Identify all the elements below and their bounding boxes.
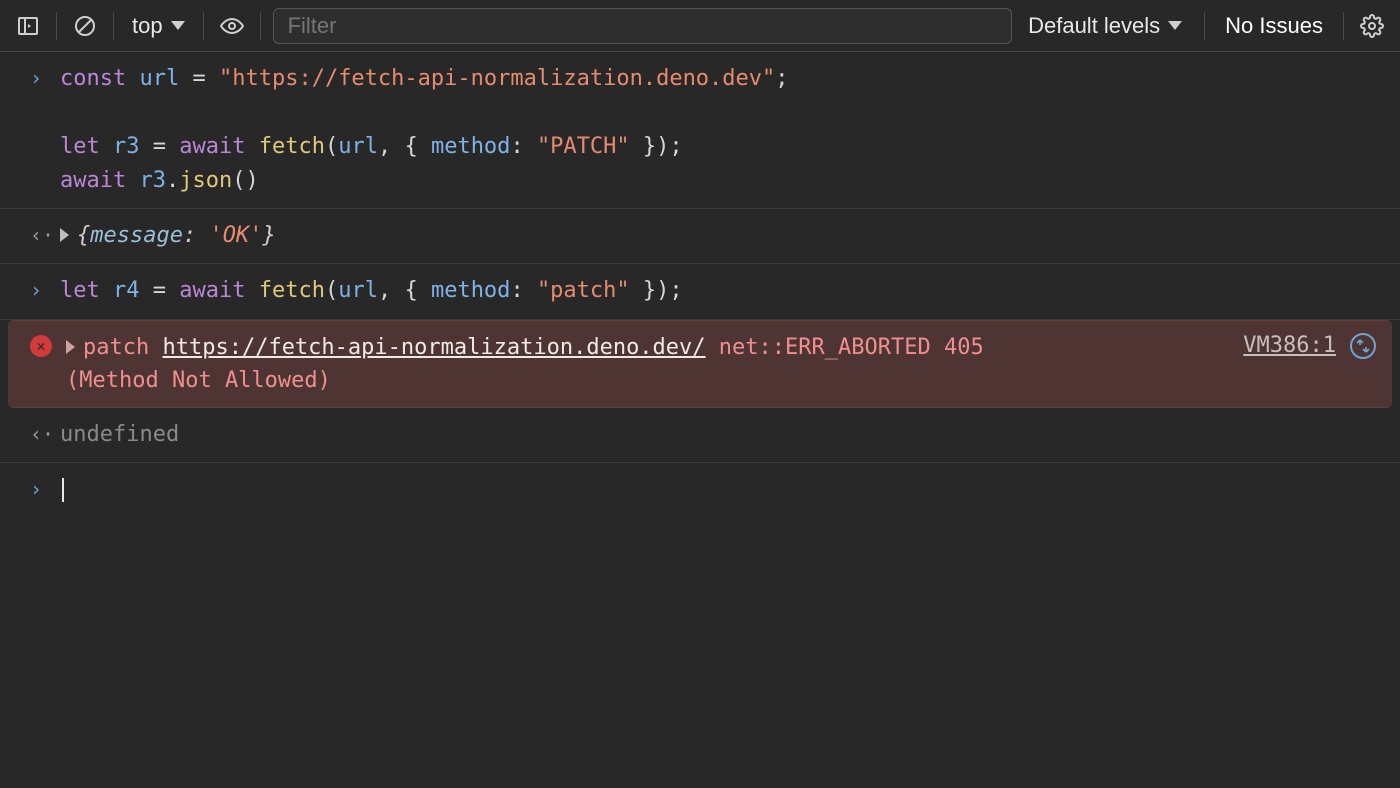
console-toolbar: top Default levels No Issues — [0, 0, 1400, 52]
chevron-down-icon — [1168, 21, 1182, 30]
toolbar-separator — [260, 12, 261, 40]
toolbar-separator — [113, 12, 114, 40]
clear-console-icon[interactable] — [69, 10, 101, 42]
issues-label: No Issues — [1225, 13, 1323, 38]
console-output-row: ‹·undefined — [0, 408, 1400, 463]
console-prompt-row[interactable]: › — [0, 463, 1400, 517]
context-label: top — [132, 13, 163, 39]
undefined-value: undefined — [60, 422, 179, 447]
console-input-row[interactable]: ›const url = "https://fetch-api-normaliz… — [0, 52, 1400, 209]
error-url-link[interactable]: https://fetch-api-normalization.deno.dev… — [162, 335, 705, 360]
chevron-down-icon — [171, 21, 185, 30]
issues-button[interactable]: No Issues — [1217, 13, 1331, 39]
object-preview[interactable]: {message: 'OK'} — [60, 219, 1380, 253]
input-marker-icon: › — [30, 62, 60, 94]
console-output-row[interactable]: ‹·{message: 'OK'} — [0, 209, 1400, 264]
toolbar-separator — [1204, 12, 1205, 40]
input-marker-icon: › — [30, 473, 60, 505]
error-message: patch https://fetch-api-normalization.de… — [66, 331, 1233, 397]
console-input-row[interactable]: ›let r4 = await fetch(url, { method: "pa… — [0, 264, 1400, 319]
error-source-link[interactable]: VM386:1 — [1243, 333, 1336, 358]
filter-input[interactable] — [273, 8, 1013, 44]
toolbar-separator — [56, 12, 57, 40]
input-marker-icon: › — [30, 274, 60, 306]
console-output[interactable]: ›const url = "https://fetch-api-normaliz… — [0, 52, 1400, 517]
error-icon: ✕ — [30, 335, 52, 357]
toggle-sidebar-icon[interactable] — [12, 10, 44, 42]
output-marker-icon: ‹· — [30, 219, 60, 251]
settings-icon[interactable] — [1356, 10, 1388, 42]
output-marker-icon: ‹· — [30, 418, 60, 450]
expand-arrow-icon[interactable] — [60, 228, 69, 242]
code-content: let r4 = await fetch(url, { method: "pat… — [60, 274, 1380, 308]
log-levels-dropdown[interactable]: Default levels — [1018, 13, 1192, 39]
reload-xhr-icon[interactable] — [1350, 333, 1376, 359]
text-cursor — [62, 478, 64, 502]
toolbar-separator — [1343, 12, 1344, 40]
console-error-row[interactable]: ✕ patch https://fetch-api-normalization.… — [8, 320, 1392, 408]
live-expression-icon[interactable] — [216, 10, 248, 42]
log-levels-label: Default levels — [1028, 13, 1160, 39]
expand-arrow-icon[interactable] — [66, 340, 75, 354]
code-content: const url = "https://fetch-api-normaliza… — [60, 62, 1380, 198]
toolbar-separator — [203, 12, 204, 40]
context-selector[interactable]: top — [126, 13, 191, 39]
prompt-input[interactable] — [60, 473, 1380, 507]
